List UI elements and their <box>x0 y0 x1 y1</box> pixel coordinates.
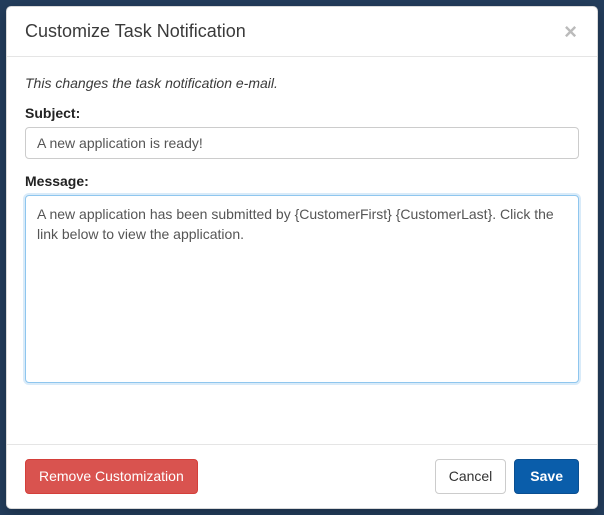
message-group: Message: <box>25 173 579 388</box>
subject-group: Subject: <box>25 105 579 159</box>
save-button[interactable]: Save <box>514 459 579 494</box>
modal-title: Customize Task Notification <box>25 21 246 42</box>
customize-task-notification-modal: Customize Task Notification × This chang… <box>6 6 598 509</box>
intro-text: This changes the task notification e-mai… <box>25 75 579 91</box>
subject-label: Subject: <box>25 105 579 121</box>
close-icon[interactable]: × <box>562 21 579 43</box>
modal-body: This changes the task notification e-mai… <box>7 57 597 444</box>
modal-header: Customize Task Notification × <box>7 7 597 57</box>
cancel-button[interactable]: Cancel <box>435 459 507 494</box>
subject-input[interactable] <box>25 127 579 159</box>
remove-customization-button[interactable]: Remove Customization <box>25 459 198 494</box>
modal-footer: Remove Customization Cancel Save <box>7 444 597 508</box>
message-label: Message: <box>25 173 579 189</box>
message-textarea[interactable] <box>25 195 579 383</box>
